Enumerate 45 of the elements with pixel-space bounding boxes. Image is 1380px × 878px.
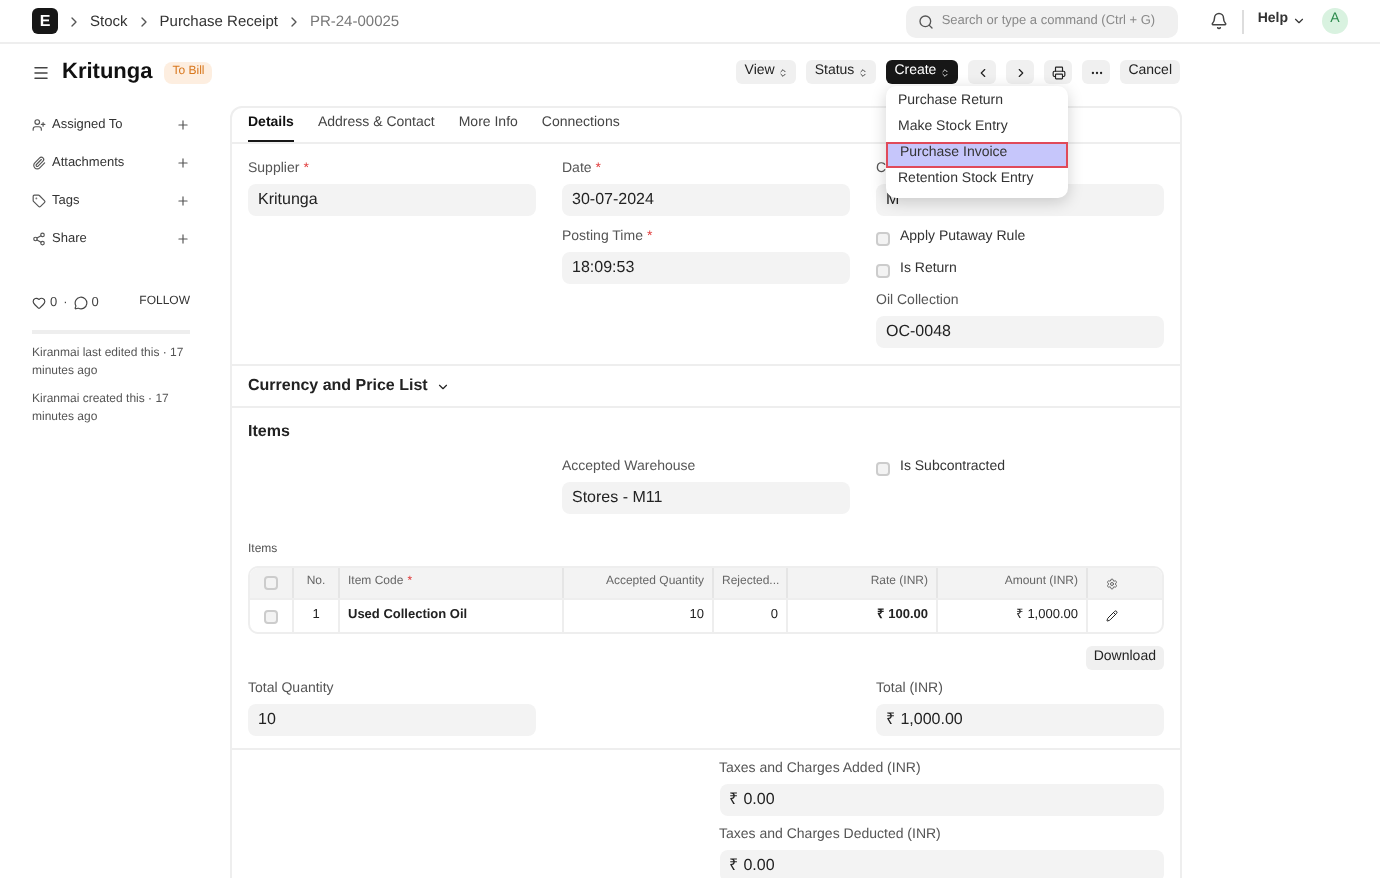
- heart-icon[interactable]: [32, 296, 46, 311]
- settings-icon[interactable]: [1106, 577, 1118, 589]
- section-title: Items: [248, 420, 292, 444]
- chevron-left-icon: [975, 65, 990, 79]
- page-title: Kritunga: [62, 57, 153, 88]
- supplier-field[interactable]: Kritunga: [248, 184, 536, 216]
- updown-icon: [778, 67, 789, 77]
- add-icon[interactable]: [176, 156, 190, 170]
- oil-collection-field[interactable]: OC-0048: [876, 316, 1164, 348]
- add-icon[interactable]: [176, 194, 190, 208]
- checkbox[interactable]: [264, 576, 278, 590]
- updown-icon: [940, 67, 951, 77]
- printer-icon: [1051, 65, 1066, 79]
- comment-icon[interactable]: [73, 296, 88, 311]
- next-button[interactable]: [1006, 60, 1035, 84]
- warehouse-field[interactable]: Stores - M11: [562, 482, 850, 514]
- add-icon[interactable]: [176, 232, 190, 246]
- tag-icon: [32, 194, 46, 208]
- chevron-right-icon: [1013, 65, 1028, 79]
- tax-field[interactable]: ₹ 0.00: [719, 850, 1164, 878]
- checkbox[interactable]: [876, 462, 890, 476]
- logo[interactable]: E: [32, 8, 58, 34]
- section-toggle[interactable]: Currency and Price List: [248, 374, 450, 398]
- total-field[interactable]: ₹ 1,000.00: [876, 704, 1164, 736]
- print-button[interactable]: [1044, 60, 1073, 84]
- paperclip-icon: [32, 156, 46, 170]
- updown-icon: [858, 67, 869, 77]
- search-icon: [917, 13, 934, 29]
- date-field[interactable]: 30-07-2024: [562, 184, 850, 216]
- chevron-icon: [66, 13, 82, 29]
- add-icon[interactable]: [176, 118, 190, 132]
- checkbox[interactable]: [876, 232, 890, 246]
- bell-icon[interactable]: [1209, 12, 1228, 30]
- previous-button[interactable]: [968, 60, 997, 84]
- total-quantity-field[interactable]: 10: [248, 704, 536, 736]
- checkbox[interactable]: [264, 609, 278, 623]
- time-field[interactable]: 18:09:53: [562, 252, 850, 284]
- chevron-down-icon: [1292, 14, 1306, 28]
- checkbox[interactable]: [876, 264, 890, 278]
- tax-field[interactable]: ₹ 0.00: [719, 784, 1164, 816]
- menu-icon[interactable]: [32, 63, 50, 81]
- edit-icon[interactable]: [1106, 610, 1118, 622]
- user-plus-icon: [32, 118, 46, 132]
- share-icon: [32, 232, 46, 246]
- chevron-down-icon: [435, 379, 450, 393]
